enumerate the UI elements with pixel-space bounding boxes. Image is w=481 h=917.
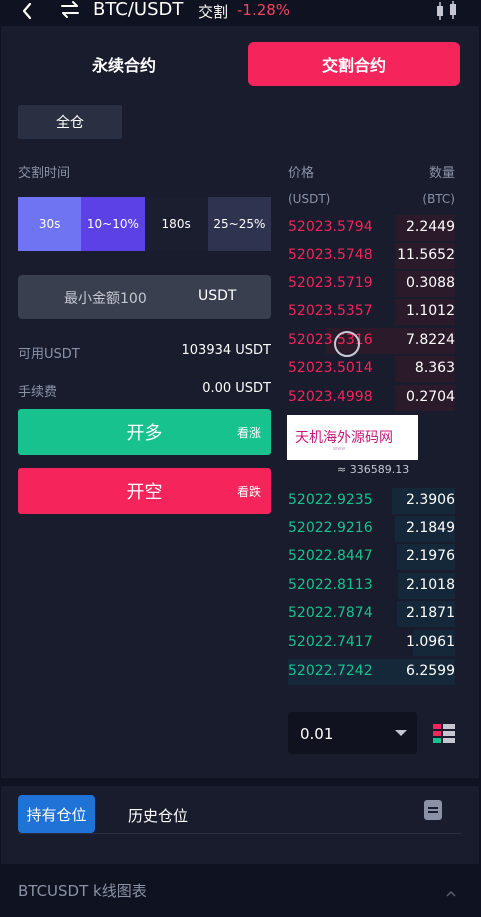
top-bar: BTC/USDT 交割 -1.28% [0, 0, 481, 26]
contract-type-label: 交割 [198, 3, 229, 21]
bid-price: 52022.9216 [288, 520, 373, 536]
bid-row[interactable]: 52022.9235 2.3906 [288, 487, 455, 515]
ask-row[interactable]: 52023.5794 2.2449 [288, 214, 455, 242]
open-short-label: 开空 [126, 482, 163, 503]
delivery-time-label: 交割时间 [18, 166, 71, 181]
bid-price: 52022.7242 [288, 663, 373, 679]
tab-delivery[interactable]: 交割合约 [248, 42, 460, 86]
bid-qty: 2.1871 [406, 605, 455, 621]
loading-spinner-icon [334, 331, 360, 357]
chevron-up-icon[interactable] [446, 884, 456, 897]
ask-price: 52023.5794 [288, 219, 373, 235]
ask-qty: 2.2449 [406, 219, 455, 235]
margin-mode-button[interactable]: 全仓 [18, 105, 122, 139]
bid-row[interactable]: 52022.7242 6.2599 [288, 658, 455, 686]
back-icon[interactable] [14, 1, 42, 21]
amount-placeholder: 最小金额100 [64, 291, 147, 307]
orderbook-price-header: 价格 [288, 166, 315, 181]
amount-input[interactable]: 最小金额100 USDT [18, 275, 271, 319]
watermark-subtext: www [333, 446, 346, 452]
period-option-180s-duration[interactable]: 180s [144, 197, 208, 251]
mid-price: ≈ 336589.13 [337, 463, 410, 476]
ask-price: 52023.5316 [288, 332, 373, 348]
bid-price: 52022.9235 [288, 492, 373, 508]
orderbook-layout-icon[interactable] [433, 724, 455, 744]
orderbook-price-unit: (USDT) [288, 192, 331, 206]
document-icon[interactable] [423, 799, 443, 821]
bid-row[interactable]: 52022.7417 1.0961 [288, 629, 455, 657]
bid-qty: 2.1849 [406, 520, 455, 536]
bid-qty: 1.0961 [406, 634, 455, 650]
available-label: 可用USDT [18, 347, 80, 362]
trading-pair[interactable]: BTC/USDT [93, 0, 183, 20]
fee-value: 0.00 USDT [202, 381, 271, 396]
period-option-30s-duration[interactable]: 30s [18, 197, 82, 251]
ask-price: 52023.5357 [288, 303, 373, 319]
watermark-logo: 天机海外源码网 www [287, 415, 418, 460]
ask-price: 52023.4998 [288, 389, 373, 405]
ask-price: 52023.5748 [288, 247, 373, 263]
ask-row[interactable]: 52023.5719 0.3088 [288, 270, 455, 298]
section-divider [0, 778, 481, 786]
open-long-button[interactable]: 开多 看涨 [18, 409, 271, 455]
orderbook-qty-header: 数量 [428, 166, 455, 181]
tab-perpetual[interactable]: 永续合约 [18, 42, 230, 86]
open-short-button[interactable]: 开空 看跌 [18, 468, 271, 514]
bid-qty: 2.1976 [406, 548, 455, 564]
ask-row[interactable]: 52023.5316 7.8224 [288, 327, 455, 355]
ask-qty: 0.2704 [406, 389, 455, 405]
tab-history-positions[interactable]: 历史仓位 [128, 805, 188, 826]
ask-qty: 1.1012 [406, 303, 455, 319]
bid-price: 52022.8447 [288, 548, 373, 564]
kline-title: BTCUSDT k线图表 [18, 882, 147, 900]
bid-row[interactable]: 52022.8447 2.1976 [288, 543, 455, 571]
bid-price: 52022.7417 [288, 634, 373, 650]
amount-unit: USDT [198, 288, 237, 304]
candlestick-icon[interactable] [434, 1, 460, 21]
bid-row[interactable]: 52022.8113 2.1018 [288, 572, 455, 600]
depth-precision-select[interactable]: 0.01 [288, 712, 417, 754]
chevron-down-icon [395, 730, 407, 736]
bullish-label: 看涨 [236, 426, 261, 440]
orderbook-qty-unit: (BTC) [422, 192, 455, 206]
ask-qty: 0.3088 [406, 275, 455, 291]
period-option-30s-range[interactable]: 10~10% [81, 197, 145, 251]
ask-price: 52023.5014 [288, 360, 373, 376]
available-value: 103934 USDT [181, 343, 271, 358]
ask-row[interactable]: 52023.5014 8.363 [288, 355, 455, 383]
ask-row[interactable]: 52023.5357 1.1012 [288, 298, 455, 326]
bid-row[interactable]: 52022.7874 2.1871 [288, 600, 455, 628]
ask-row[interactable]: 52023.4998 0.2704 [288, 384, 455, 412]
kline-panel-header[interactable]: BTCUSDT k线图表 [0, 864, 481, 917]
bid-price: 52022.7874 [288, 605, 373, 621]
tab-holding-positions[interactable]: 持有仓位 [18, 795, 95, 833]
bid-row[interactable]: 52022.9216 2.1849 [288, 515, 455, 543]
fee-label: 手续费 [18, 385, 58, 400]
bid-price: 52022.8113 [288, 577, 373, 593]
positions-panel: 持有仓位 历史仓位 [1, 786, 479, 864]
ask-qty: 8.363 [414, 360, 455, 376]
depth-precision-value: 0.01 [300, 725, 334, 743]
period-option-180s-range[interactable]: 25~25% [207, 197, 271, 251]
bid-qty: 6.2599 [406, 663, 455, 679]
ask-price: 52023.5719 [288, 275, 373, 291]
price-change: -1.28% [237, 1, 291, 19]
bid-qty: 2.3906 [406, 492, 455, 508]
divider [18, 833, 461, 834]
ask-row[interactable]: 52023.5748 11.5652 [288, 242, 455, 270]
bearish-label: 看跌 [236, 485, 261, 499]
bid-qty: 2.1018 [406, 577, 455, 593]
period-selector: 30s 10~10% 180s 25~25% [18, 197, 271, 251]
swap-icon[interactable] [58, 0, 82, 20]
open-long-label: 开多 [126, 423, 163, 444]
ask-qty: 11.5652 [397, 247, 455, 263]
ask-qty: 7.8224 [406, 332, 455, 348]
watermark-text: 天机海外源码网 [295, 430, 393, 446]
